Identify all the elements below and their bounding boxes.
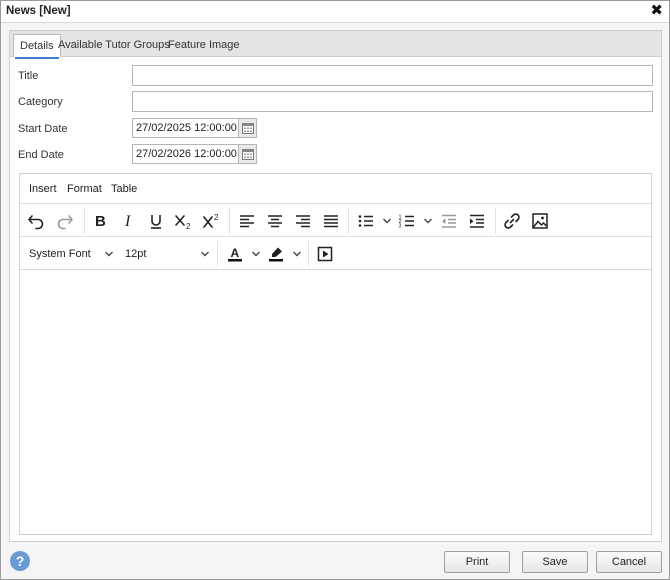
svg-text:2: 2 [214,213,219,222]
category-input[interactable] [132,91,653,112]
svg-text:B: B [95,213,106,230]
chevron-down-icon[interactable] [251,249,261,259]
superscript-icon[interactable]: 2 [201,210,223,232]
indent-icon[interactable] [466,210,488,232]
align-justify-icon[interactable] [320,210,342,232]
end-date-label: End Date [18,149,64,161]
save-button[interactable]: Save [522,551,588,573]
tab-available-tutor-groups[interactable]: Available Tutor Groups [52,34,176,57]
toolbar-divider [495,208,496,234]
menu-insert[interactable]: Insert [29,183,57,195]
window-title: News [New] [6,5,71,17]
category-label: Category [18,96,63,108]
title-bar: News [New] ✖ [1,1,669,23]
toolbar-divider [348,208,349,234]
start-date-label: Start Date [18,123,68,135]
details-panel: Details Available Tutor Groups Feature I… [9,30,662,542]
svg-text:I: I [124,213,131,230]
align-left-icon[interactable] [236,210,258,232]
start-date-field[interactable]: 27/02/2025 12:00:00 [132,118,257,138]
media-embed-icon[interactable] [314,243,336,265]
end-date-value: 27/02/2026 12:00:00 [136,148,237,160]
toolbar-divider [229,208,230,234]
toolbar-divider [308,241,309,267]
toolbar-divider [84,208,85,234]
menu-format[interactable]: Format [67,183,102,195]
chevron-down-icon[interactable] [382,216,392,226]
editor-menubar: Insert Format Table [20,174,651,204]
svg-text:A: A [231,246,240,260]
link-icon[interactable] [501,210,523,232]
cancel-button[interactable]: Cancel [596,551,662,573]
close-icon[interactable]: ✖ [650,3,663,19]
tab-strip: Details Available Tutor Groups Feature I… [10,31,661,59]
numbered-list-icon[interactable]: 123 [396,210,418,232]
title-input[interactable] [132,65,653,86]
redo-icon[interactable] [54,210,76,232]
title-label: Title [18,70,39,82]
chevron-down-icon[interactable] [292,249,302,259]
bullet-list-icon[interactable] [355,210,377,232]
underline-icon[interactable] [145,210,167,232]
italic-icon[interactable]: I [117,210,139,232]
calendar-icon[interactable] [238,119,256,137]
text-color-icon[interactable]: A [224,243,246,265]
svg-text:3: 3 [399,224,402,230]
news-dialog: News [New] ✖ Details Available Tutor Gro… [0,0,670,580]
outdent-icon[interactable] [438,210,460,232]
editor-toolbar-format: System Font 12pt A [20,238,651,270]
chevron-down-icon[interactable] [104,249,114,259]
print-button[interactable]: Print [444,551,510,573]
bold-icon[interactable]: B [89,210,111,232]
highlight-color-icon[interactable] [265,243,287,265]
calendar-icon[interactable] [238,145,256,163]
align-right-icon[interactable] [292,210,314,232]
help-icon[interactable]: ? [10,551,30,571]
svg-text:2: 2 [186,222,191,230]
editor-content-area[interactable] [20,271,651,534]
font-family-select[interactable]: System Font [29,248,91,260]
font-size-select[interactable]: 12pt [125,248,146,260]
chevron-down-icon[interactable] [200,249,210,259]
undo-icon[interactable] [25,210,47,232]
editor-toolbar-main: B I 2 2 1 2 3 [20,205,651,237]
align-center-icon[interactable] [264,210,286,232]
rich-text-editor: Insert Format Table B I 2 2 1 2 3 System… [19,173,652,535]
chevron-down-icon[interactable] [423,216,433,226]
start-date-value: 27/02/2025 12:00:00 [136,122,237,134]
end-date-field[interactable]: 27/02/2026 12:00:00 [132,144,257,164]
tab-feature-image[interactable]: Feature Image [162,34,246,57]
menu-table[interactable]: Table [111,183,137,195]
subscript-icon[interactable]: 2 [173,210,195,232]
toolbar-divider [217,241,218,267]
image-icon[interactable] [529,210,551,232]
